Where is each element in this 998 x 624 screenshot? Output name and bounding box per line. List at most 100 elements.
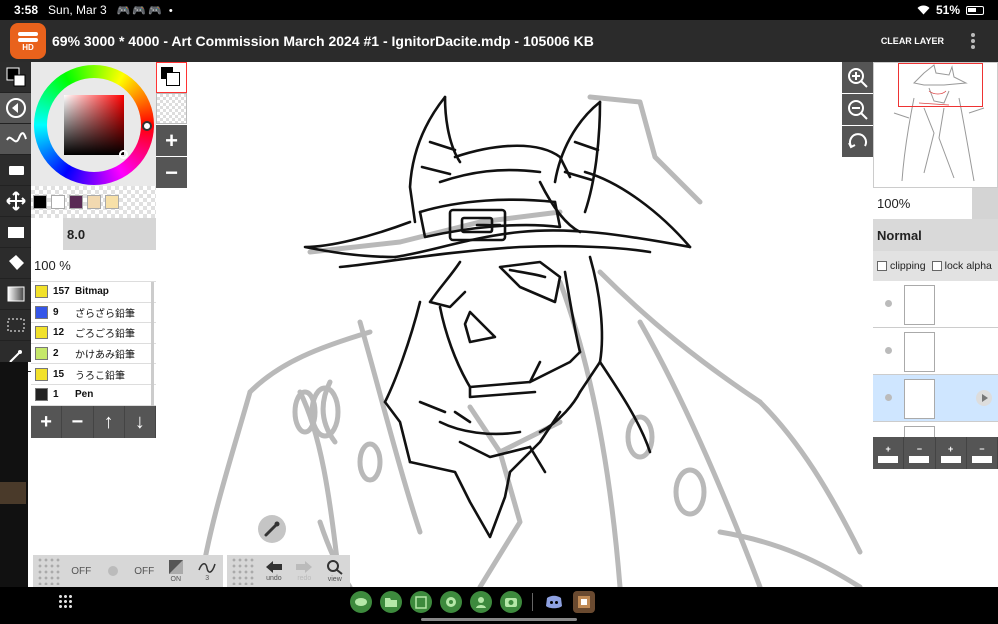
layer-thumbnail [904, 285, 935, 325]
add-color-button[interactable]: + [156, 125, 187, 156]
swatch-black[interactable] [33, 195, 47, 209]
layer-options: clipping lock alpha [873, 251, 998, 281]
undo-button[interactable]: undo [259, 556, 289, 586]
remove-color-button[interactable]: − [156, 157, 187, 188]
app-menu-icon[interactable]: HD [10, 23, 46, 59]
saturation-knob[interactable] [119, 150, 128, 159]
swatch-skin[interactable] [87, 195, 101, 209]
move-brush-down-button[interactable]: ↓ [125, 406, 156, 438]
move-brush-up-button[interactable]: ↑ [94, 406, 125, 438]
bucket-icon [8, 255, 24, 270]
layer-settings-icon[interactable] [976, 390, 992, 406]
delete-layer-button[interactable]: − [904, 437, 936, 469]
clear-layer-button[interactable]: CLEAR LAYER [881, 36, 944, 46]
transparent-color-button[interactable] [156, 93, 187, 124]
brush-item[interactable]: 9 ざらざら鉛筆 [31, 303, 156, 324]
status-right: 51% [917, 3, 984, 17]
duplicate-layer-button[interactable]: + [936, 437, 967, 469]
brush-item[interactable]: 1 Pen [31, 385, 156, 406]
layer-row[interactable] [873, 422, 998, 437]
layer-opacity-track[interactable] [972, 188, 998, 219]
plant-app-icon[interactable] [350, 591, 372, 613]
swatch-cream[interactable] [105, 195, 119, 209]
fg-bg-color-icon [6, 67, 25, 87]
move-tool[interactable] [0, 186, 31, 217]
brush-color [35, 347, 48, 361]
drag-handle[interactable] [231, 557, 255, 585]
select-tool[interactable] [0, 310, 31, 341]
stabilizer-control[interactable]: 3 [192, 556, 224, 586]
wave-icon [5, 132, 27, 143]
blend-mode-select[interactable]: Normal [873, 219, 998, 251]
zoom-in-button[interactable] [842, 62, 873, 93]
add-layer-button[interactable]: + [873, 437, 905, 469]
brush-item[interactable]: 12 ごろごろ鉛筆 [31, 323, 156, 344]
medibang-app-icon[interactable] [573, 591, 595, 613]
merge-layer-button[interactable]: − [967, 437, 998, 469]
discord-app-icon[interactable] [543, 591, 565, 613]
files-app-icon[interactable] [380, 591, 402, 613]
halftone-toggle[interactable]: ON [160, 556, 192, 586]
gradient-tool[interactable] [0, 279, 31, 310]
title-bar: HD 69% 3000 * 4000 - Art Commission Marc… [0, 20, 998, 62]
layer-visibility-icon[interactable] [885, 347, 892, 354]
brush-list-scrollbar[interactable] [151, 282, 154, 406]
zoom-out-button[interactable] [842, 94, 873, 125]
correction-toggle[interactable] [97, 556, 129, 586]
navigator-viewport-frame[interactable] [898, 63, 983, 107]
navigator-thumbnail[interactable] [873, 62, 998, 188]
smudge-tool[interactable] [0, 124, 31, 155]
brush-item[interactable]: 157 Bitmap [31, 282, 156, 303]
zoom-in-icon [847, 67, 868, 88]
clipping-label: clipping [890, 260, 926, 272]
layer-row[interactable] [873, 328, 998, 375]
hue-knob[interactable] [142, 121, 152, 131]
app-badge: HD [22, 43, 34, 52]
lock-alpha-checkbox[interactable] [931, 261, 942, 271]
foreground-background-swatch[interactable] [156, 62, 187, 93]
brush-size-control[interactable]: 8.0 [31, 218, 156, 250]
color-swatches [31, 186, 156, 218]
redo-button[interactable]: redo [289, 556, 319, 586]
brush-tool[interactable] [0, 93, 31, 124]
brush-opacity-control[interactable]: 100 % [31, 250, 156, 282]
swatch-purple[interactable] [69, 195, 83, 209]
contacts-app-icon[interactable] [470, 591, 492, 613]
brush-list: 157 Bitmap 9 ざらざら鉛筆 12 ごろごろ鉛筆 2 かけあみ鉛筆 15 うろこ… [31, 282, 156, 406]
saturation-square[interactable] [64, 95, 124, 155]
layer-opacity-value: 100% [877, 196, 911, 211]
color-swap-tool[interactable] [0, 62, 31, 93]
brush-color [35, 326, 48, 340]
camera-app-icon[interactable] [500, 591, 522, 613]
layer-opacity-control[interactable]: 100% [873, 188, 998, 219]
gradient-icon [7, 286, 24, 302]
hue-wheel[interactable] [34, 65, 154, 185]
eraser-tool[interactable] [0, 155, 31, 186]
layer-row[interactable] [873, 281, 998, 328]
view-button[interactable]: view [320, 556, 350, 586]
layer-visibility-icon[interactable] [885, 394, 892, 401]
layer-visibility-icon[interactable] [885, 300, 892, 307]
brush-item[interactable]: 15 うろこ鉛筆 [31, 364, 156, 385]
clipping-checkbox[interactable] [877, 261, 887, 271]
app-root: 3:58 Sun, Mar 3 🎮🎮🎮 • 51% HD 69% 3000 * … [0, 0, 998, 624]
rect-tool[interactable] [0, 217, 31, 248]
swatch-white[interactable] [51, 195, 65, 209]
app-drawer-icon[interactable] [58, 594, 72, 608]
rotate-view-button[interactable] [842, 126, 873, 157]
more-options-icon[interactable] [966, 31, 980, 51]
add-brush-button[interactable]: + [31, 406, 63, 438]
antialias-toggle[interactable]: OFF [66, 556, 98, 586]
drag-handle[interactable] [37, 557, 62, 585]
flower-app-icon[interactable] [440, 591, 462, 613]
layer-list [873, 281, 998, 437]
layer-row-selected[interactable] [873, 375, 998, 422]
reference-thumbnail[interactable] [0, 482, 26, 504]
home-gesture-bar[interactable] [421, 618, 577, 621]
snap-toggle[interactable]: OFF [129, 556, 161, 586]
system-nav-bar [0, 587, 998, 624]
calendar-app-icon[interactable] [410, 591, 432, 613]
delete-brush-button[interactable]: − [62, 406, 94, 438]
brush-item[interactable]: 2 かけあみ鉛筆 [31, 344, 156, 365]
fill-tool[interactable] [0, 248, 31, 279]
